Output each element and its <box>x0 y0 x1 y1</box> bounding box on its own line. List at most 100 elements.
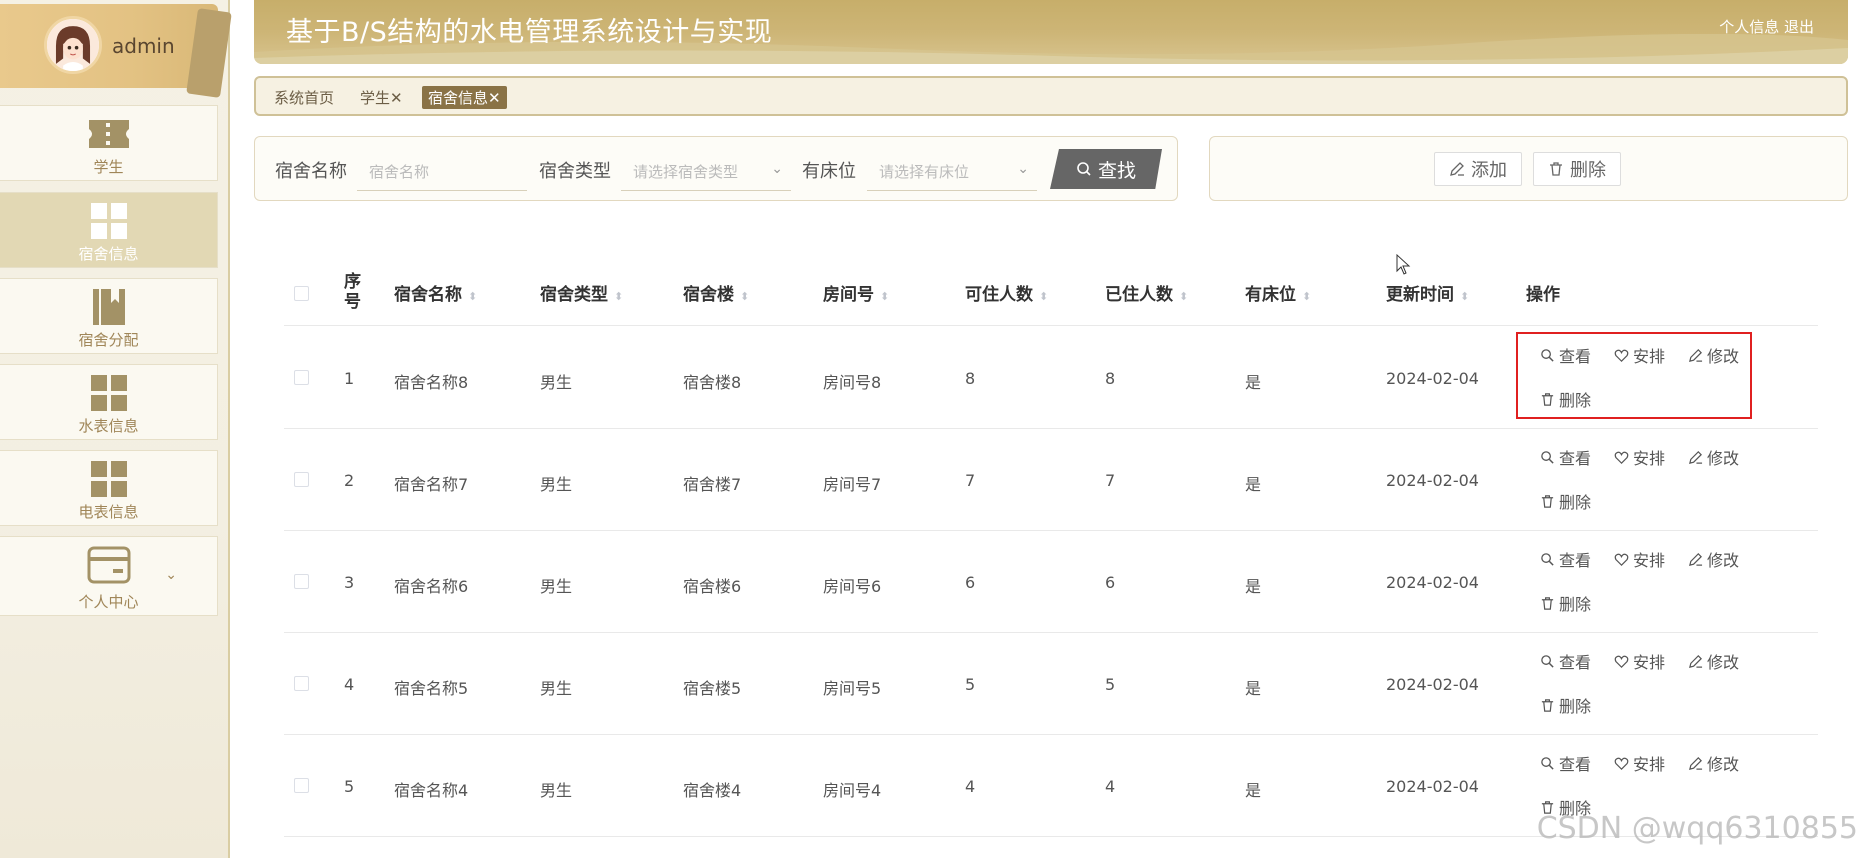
page-title: 基于B/S结构的水电管理系统设计与实现 <box>286 17 773 48</box>
add-button[interactable]: 添加 <box>1434 152 1522 186</box>
cell-room: 房间号5 <box>823 679 882 698</box>
column-header-label: 房间号 <box>823 285 874 305</box>
sidebar-item-label: 宿舍分配 <box>78 331 139 349</box>
tab-label: 宿舍信息 <box>428 89 489 107</box>
table-row[interactable]: 2 宿舍名称7 男生 宿舍楼7 房间号7 7 7 是 2024-02-04 查看 安排 修改 删除 <box>284 429 1818 531</box>
sidebar-item-label: 水表信息 <box>78 417 139 435</box>
column-header-label: 宿舍楼 <box>683 285 734 305</box>
sidebar-item-personal-center[interactable]: 个人中心 ⌄ <box>0 536 218 616</box>
column-header-updated[interactable]: 更新时间 ⬍ <box>1386 280 1469 305</box>
arrange-button[interactable]: 安排 <box>1614 751 1665 775</box>
column-header-room[interactable]: 房间号 ⬍ <box>823 280 889 305</box>
sort-icon[interactable]: ⬍ <box>740 290 749 303</box>
avatar[interactable] <box>44 16 102 74</box>
sort-icon[interactable]: ⬍ <box>1039 290 1048 303</box>
close-icon[interactable]: ✕ <box>488 89 501 107</box>
column-header-label: 有床位 <box>1245 285 1296 305</box>
sidebar-item-water-meter[interactable]: 水表信息 <box>0 364 218 440</box>
column-header-type[interactable]: 宿舍类型 ⬍ <box>540 280 623 305</box>
search-button[interactable]: 查找 <box>1050 149 1162 189</box>
sort-icon[interactable]: ⬍ <box>614 290 623 303</box>
column-header-index-line2: 号 <box>344 292 361 312</box>
row-checkbox[interactable] <box>294 778 309 793</box>
column-header-index[interactable]: 序 号 <box>344 272 361 312</box>
tabs-bar: 系统首页 学生✕ 宿舍信息✕ <box>254 76 1848 116</box>
edit-button[interactable]: 修改 <box>1688 649 1739 673</box>
sidebar-item-label: 学生 <box>93 158 124 176</box>
row-delete-button[interactable]: 删除 <box>1540 591 1591 615</box>
view-button[interactable]: 查看 <box>1540 445 1591 469</box>
row-delete-button[interactable]: 删除 <box>1540 489 1591 513</box>
has-bed-select[interactable]: 请选择有床位 ⌄ <box>867 149 1037 191</box>
op-label: 修改 <box>1707 551 1740 570</box>
sort-icon[interactable]: ⬍ <box>880 290 889 303</box>
row-checkbox[interactable] <box>294 574 309 589</box>
cell-index: 5 <box>344 777 355 796</box>
edit-button[interactable]: 修改 <box>1688 547 1739 571</box>
select-all-checkbox[interactable] <box>294 286 309 301</box>
cell-updated: 2024-02-04 <box>1386 573 1479 592</box>
sort-icon[interactable]: ⬍ <box>1302 290 1311 303</box>
sidebar-item-dorm-allocation[interactable]: 宿舍分配 <box>0 278 218 354</box>
cell-occupied: 5 <box>1105 675 1116 694</box>
heart-icon <box>1614 654 1629 669</box>
edit-button[interactable]: 修改 <box>1688 445 1739 469</box>
cell-building: 宿舍楼4 <box>683 781 742 800</box>
op-label: 删除 <box>1559 493 1592 512</box>
ticket-icon <box>88 120 129 148</box>
sort-icon[interactable]: ⬍ <box>1460 290 1469 303</box>
tab-dorm-info[interactable]: 宿舍信息✕ <box>422 86 507 109</box>
edit-button[interactable]: 修改 <box>1688 751 1739 775</box>
arrange-button[interactable]: 安排 <box>1614 649 1665 673</box>
edit-icon <box>1688 450 1703 465</box>
op-label: 查看 <box>1559 755 1592 774</box>
search-icon <box>1540 756 1555 771</box>
cell-has-bed: 是 <box>1245 373 1262 392</box>
row-checkbox[interactable] <box>294 676 309 691</box>
column-header-name[interactable]: 宿舍名称 ⬍ <box>394 280 477 305</box>
grid-icon <box>90 375 127 411</box>
personal-info-link[interactable]: 个人信息 <box>1719 18 1779 36</box>
search-icon <box>1540 450 1555 465</box>
arrange-button[interactable]: 安排 <box>1614 547 1665 571</box>
column-header-label: 宿舍名称 <box>394 285 462 305</box>
cell-capacity: 4 <box>965 777 976 796</box>
dorm-name-label: 宿舍名称 <box>275 161 347 182</box>
dorm-type-select[interactable]: 请选择宿舍类型 ⌄ <box>621 149 791 191</box>
cell-name: 宿舍名称6 <box>394 577 469 596</box>
sidebar-item-label: 宿舍信息 <box>78 245 139 263</box>
sort-icon[interactable]: ⬍ <box>1179 290 1188 303</box>
chevron-down-icon[interactable]: ⌄ <box>165 567 177 583</box>
tab-home[interactable]: 系统首页 <box>274 87 334 108</box>
column-header-occupied[interactable]: 已住人数 ⬍ <box>1105 280 1188 305</box>
cell-room: 房间号4 <box>823 781 882 800</box>
dorm-name-input[interactable]: 宿舍名称 <box>357 149 527 191</box>
close-icon[interactable]: ✕ <box>390 89 403 107</box>
column-header-building[interactable]: 宿舍楼 ⬍ <box>683 280 749 305</box>
table-row[interactable]: 3 宿舍名称6 男生 宿舍楼6 房间号6 6 6 是 2024-02-04 查看 安排 修改 删除 <box>284 531 1818 633</box>
logout-link[interactable]: 退出 <box>1784 18 1814 36</box>
tab-students[interactable]: 学生✕ <box>360 87 403 108</box>
row-checkbox[interactable] <box>294 370 309 385</box>
table-row[interactable]: 4 宿舍名称5 男生 宿舍楼5 房间号5 5 5 是 2024-02-04 查看 安排 修改 删除 <box>284 633 1818 735</box>
sidebar-item-electric-meter[interactable]: 电表信息 <box>0 450 218 526</box>
view-button[interactable]: 查看 <box>1540 547 1591 571</box>
sidebar-item-students[interactable]: 学生 <box>0 105 218 181</box>
column-header-has-bed[interactable]: 有床位 ⬍ <box>1245 280 1311 305</box>
cell-type: 男生 <box>540 475 573 494</box>
cell-room: 房间号8 <box>823 373 882 392</box>
view-button[interactable]: 查看 <box>1540 649 1591 673</box>
cell-updated: 2024-02-04 <box>1386 777 1479 796</box>
action-panel: 添加 删除 <box>1209 136 1848 201</box>
sort-icon[interactable]: ⬍ <box>468 290 477 303</box>
search-button-label: 查找 <box>1097 159 1136 182</box>
row-delete-button[interactable]: 删除 <box>1540 693 1591 717</box>
sidebar-item-dorm-info[interactable]: 宿舍信息 <box>0 192 218 268</box>
admin-name: admin <box>112 34 175 58</box>
arrange-button[interactable]: 安排 <box>1614 445 1665 469</box>
delete-button[interactable]: 删除 <box>1533 152 1621 186</box>
column-header-capacity[interactable]: 可住人数 ⬍ <box>965 280 1048 305</box>
row-checkbox[interactable] <box>294 472 309 487</box>
view-button[interactable]: 查看 <box>1540 751 1591 775</box>
sidebar-item-label: 个人中心 <box>78 593 139 611</box>
